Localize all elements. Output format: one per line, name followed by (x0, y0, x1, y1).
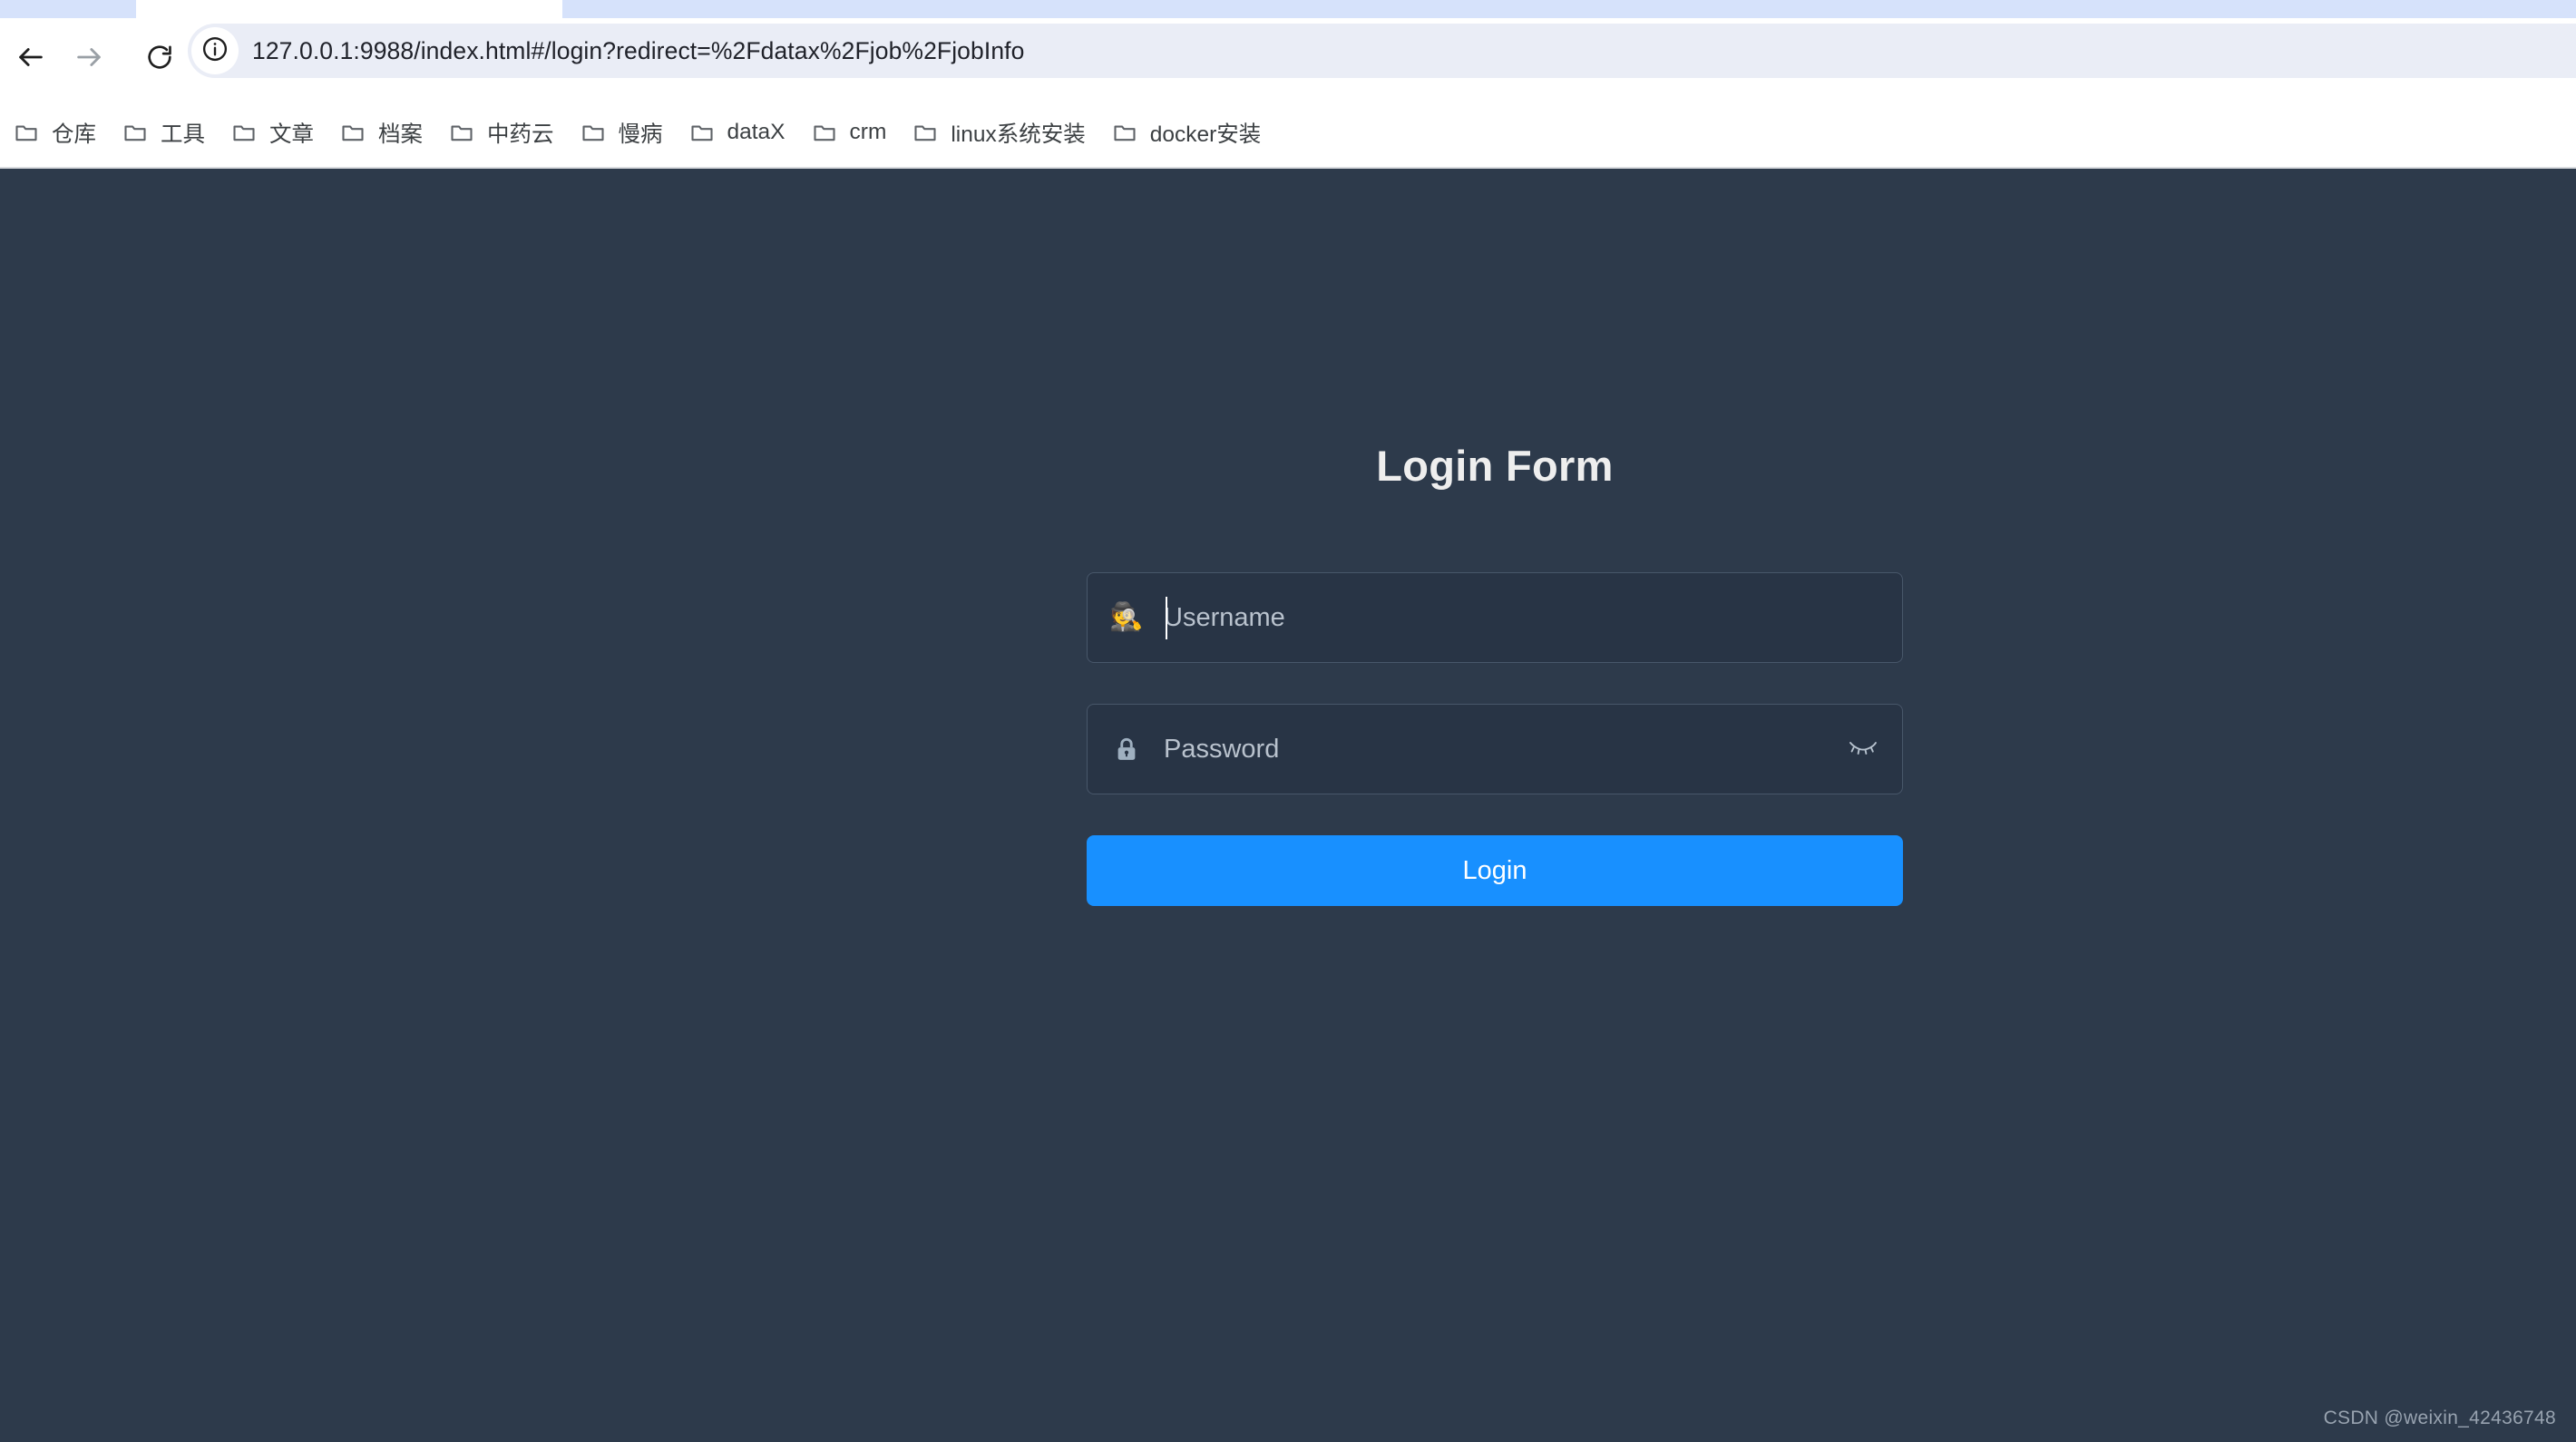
folder-icon (1111, 119, 1138, 146)
bookmark-label: 工具 (161, 122, 205, 147)
eye-closed-icon (1848, 737, 1878, 762)
folder-icon (688, 119, 716, 146)
bookmark-label: 仓库 (52, 122, 96, 147)
bookmark-item[interactable]: 工具 (109, 107, 218, 158)
bookmark-item[interactable]: 仓库 (0, 107, 109, 158)
info-circle-icon (201, 35, 229, 67)
user-detective-icon: 🕵 (1109, 602, 1144, 632)
bookmark-label: 文章 (269, 122, 314, 147)
bookmark-item[interactable]: 档案 (327, 107, 435, 158)
username-input[interactable] (1155, 574, 1902, 661)
folder-icon (448, 119, 475, 146)
login-form: Login Form 🕵 Username Login (1087, 441, 1903, 906)
login-button[interactable]: Login (1087, 835, 1903, 906)
browser-tab-active[interactable] (562, 0, 2576, 18)
folder-icon (230, 119, 258, 146)
bookmark-label: linux系统安装 (951, 122, 1086, 147)
bookmark-item[interactable]: docker安装 (1098, 107, 1274, 158)
folder-icon (580, 119, 607, 146)
bookmark-label: docker安装 (1149, 122, 1262, 147)
bookmark-item[interactable]: 文章 (218, 107, 327, 158)
arrow-left-icon (15, 42, 46, 73)
site-info-button[interactable] (191, 27, 239, 74)
bookmark-item[interactable]: 中药云 (435, 107, 567, 158)
password-visibility-toggle[interactable] (1831, 704, 1895, 794)
bookmarks-bar: 仓库 工具 文章 档案 中药云 慢病 dataX crm linux系统安装 d… (0, 96, 2576, 169)
bookmark-label: 慢病 (618, 122, 663, 147)
watermark: CSDN @weixin_42436748 (2323, 1408, 2556, 1428)
lock-icon (1098, 736, 1155, 763)
reload-button[interactable] (134, 32, 185, 83)
tab-strip (0, 0, 2576, 18)
folder-icon (339, 119, 366, 146)
arrow-right-icon (73, 42, 104, 73)
bookmark-label: dataX (727, 120, 785, 144)
password-field[interactable] (1087, 704, 1903, 794)
password-input[interactable] (1155, 706, 1831, 793)
browser-chrome: 127.0.0.1:9988/index.html#/login?redirec… (0, 0, 2576, 169)
folder-icon (122, 119, 149, 146)
bookmark-item[interactable]: dataX (676, 107, 798, 158)
page-title: Login Form (1376, 442, 1614, 490)
bookmark-item[interactable]: linux系统安装 (899, 107, 1098, 158)
back-button[interactable] (5, 32, 56, 83)
login-page: Login Form 🕵 Username Login CSDN @weixin… (0, 169, 2576, 1442)
forward-button[interactable] (63, 32, 114, 83)
reload-icon (145, 43, 174, 72)
browser-tab-inactive[interactable] (0, 0, 136, 18)
bookmark-item[interactable]: crm (798, 107, 900, 158)
folder-icon (811, 119, 838, 146)
bookmark-label: crm (849, 120, 887, 144)
address-bar[interactable]: 127.0.0.1:9988/index.html#/login?redirec… (188, 24, 2576, 78)
folder-icon (13, 119, 40, 146)
url-text[interactable]: 127.0.0.1:9988/index.html#/login?redirec… (252, 37, 1024, 65)
username-field[interactable]: 🕵 (1087, 572, 1903, 663)
folder-icon (912, 119, 939, 146)
text-caret (1166, 597, 1167, 639)
bookmark-label: 中药云 (487, 122, 554, 147)
bookmark-label: 档案 (378, 122, 423, 147)
bookmark-item[interactable]: 慢病 (567, 107, 676, 158)
